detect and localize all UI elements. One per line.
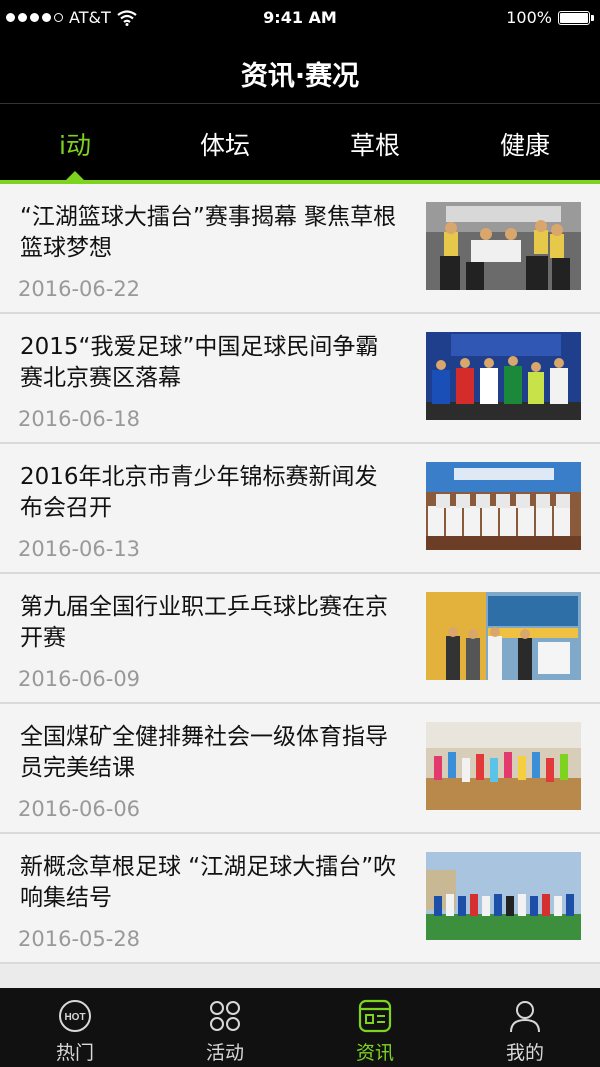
tabbar-item-activity[interactable]: 活动 xyxy=(150,988,300,1067)
news-date: 2016-06-06 xyxy=(18,797,141,821)
status-right: 100% xyxy=(506,8,594,27)
news-title: 2016年北京市青少年锦标赛新闻发布会召开 xyxy=(20,464,378,521)
news-item[interactable]: 2015“我爱足球”中国足球民间争霸赛北京赛区落幕 2016-06-18 xyxy=(0,314,600,444)
battery-percent: 100% xyxy=(506,8,552,27)
news-icon xyxy=(358,999,392,1033)
tabbar-label: 热门 xyxy=(55,1042,94,1064)
news-item[interactable]: “江湖篮球大擂台”赛事揭幕 聚焦草根篮球梦想 2016-06-22 xyxy=(0,184,600,314)
tabbar-item-profile[interactable]: 我的 xyxy=(450,988,600,1067)
tabbar-label: 我的 xyxy=(505,1042,544,1064)
news-list: “江湖篮球大擂台”赛事揭幕 聚焦草根篮球梦想 2016-06-22 2015“我… xyxy=(0,184,600,964)
news-thumbnail xyxy=(426,722,581,810)
tabbar-item-news[interactable]: 资讯 xyxy=(300,988,450,1067)
tabbar-label: 活动 xyxy=(205,1042,244,1064)
category-tabs: i动 体坛 草根 健康 xyxy=(0,104,600,180)
tab-sports[interactable]: 体坛 xyxy=(150,104,300,180)
tabbar-item-hot[interactable]: HOT 热门 xyxy=(0,988,150,1067)
news-date: 2016-06-09 xyxy=(18,667,141,691)
news-thumbnail xyxy=(426,332,581,420)
navigation-bar: 资讯·赛况 xyxy=(0,36,600,104)
news-title: 2015“我爱足球”中国足球民间争霸赛北京赛区落幕 xyxy=(20,334,379,391)
news-title: 全国煤矿全健排舞社会一级体育指导员完美结课 xyxy=(20,724,388,781)
tab-health[interactable]: 健康 xyxy=(450,104,600,180)
news-item[interactable]: 第九届全国行业职工乒乓球比赛在京开赛 2016-06-09 xyxy=(0,574,600,704)
bottom-tab-bar: HOT 热门 活动 资讯 我的 xyxy=(0,988,600,1067)
news-date: 2016-06-22 xyxy=(18,277,141,301)
news-thumbnail xyxy=(426,462,581,550)
news-item[interactable]: 全国煤矿全健排舞社会一级体育指导员完美结课 2016-06-06 xyxy=(0,704,600,834)
tabbar-label: 资讯 xyxy=(355,1042,394,1064)
news-thumbnail xyxy=(426,852,581,940)
news-thumbnail xyxy=(426,592,581,680)
news-thumbnail xyxy=(426,202,581,290)
tab-label: 健康 xyxy=(499,131,550,160)
profile-icon xyxy=(510,1001,540,1033)
tab-grassroots[interactable]: 草根 xyxy=(300,104,450,180)
news-date: 2016-06-13 xyxy=(18,537,141,561)
page-title: 资讯·赛况 xyxy=(240,61,360,92)
battery-icon xyxy=(558,10,594,25)
news-date: 2016-06-18 xyxy=(18,407,141,431)
tab-idong[interactable]: i动 xyxy=(0,104,150,180)
status-bar: AT&T 9:41 AM 100% xyxy=(0,0,600,36)
tab-label: 草根 xyxy=(349,131,400,160)
tab-label: 体坛 xyxy=(199,131,250,160)
news-item[interactable]: 2016年北京市青少年锦标赛新闻发布会召开 2016-06-13 xyxy=(0,444,600,574)
tab-label: i动 xyxy=(59,131,91,160)
svg-text:HOT: HOT xyxy=(64,1012,85,1023)
news-title: 第九届全国行业职工乒乓球比赛在京开赛 xyxy=(20,594,388,651)
tab-active-indicator xyxy=(66,171,84,180)
hot-icon: HOT xyxy=(59,1000,91,1032)
news-date: 2016-05-28 xyxy=(18,927,141,951)
activity-icon xyxy=(210,1001,240,1031)
news-title: “江湖篮球大擂台”赛事揭幕 聚焦草根篮球梦想 xyxy=(20,204,397,261)
news-title: 新概念草根足球 “江湖足球大擂台”吹响集结号 xyxy=(20,854,397,911)
news-item[interactable]: 新概念草根足球 “江湖足球大擂台”吹响集结号 2016-05-28 xyxy=(0,834,600,964)
